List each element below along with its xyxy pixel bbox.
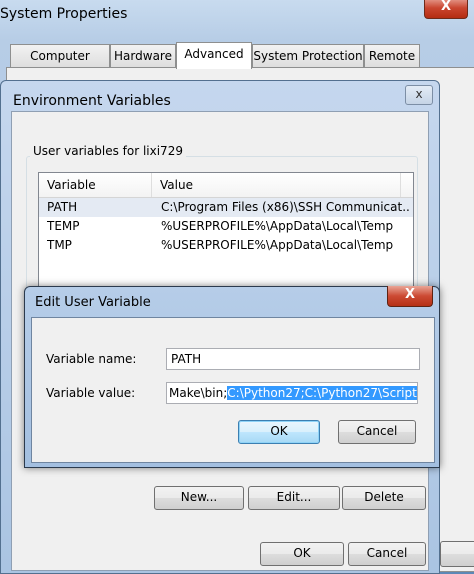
environment-variables-title: Environment Variables <box>13 93 171 109</box>
system-properties-title: System Properties <box>0 6 128 22</box>
tab-remote[interactable]: Remote <box>364 44 420 67</box>
table-row[interactable]: TMP %USERPROFILE%\AppData\Local\Temp <box>39 236 413 255</box>
variable-cell: TMP <box>47 238 72 252</box>
variable-cell: PATH <box>47 200 78 214</box>
variable-cell: TEMP <box>47 219 80 233</box>
system-properties-tabs: Computer Name Hardware Advanced System P… <box>6 42 474 85</box>
edit-user-variable-title: Edit User Variable <box>35 295 151 310</box>
user-variables-list[interactable]: Variable Value PATH C:\Program Files (x8… <box>38 172 414 302</box>
variable-value-label: Variable value: <box>46 386 136 400</box>
environment-cancel-button[interactable]: Cancel <box>348 542 426 566</box>
tab-system-protection[interactable]: System Protection <box>252 44 364 67</box>
variable-value-selected-text: C:\Python27;C:\Python27\Scripts <box>227 386 417 400</box>
value-cell: %USERPROFILE%\AppData\Local\Temp <box>161 238 394 252</box>
environment-variables-close-button[interactable]: x <box>405 85 433 105</box>
edit-user-variable-close-button[interactable]: X <box>387 286 433 307</box>
variable-value-input[interactable]: Make\bin;C:\Python27;C:\Python27\Scripts <box>166 382 418 404</box>
column-header-variable[interactable]: Variable <box>39 173 152 197</box>
new-variable-button[interactable]: New... <box>154 486 244 510</box>
value-cell: C:\Program Files (x86)\SSH Communicat... <box>161 200 409 214</box>
user-variables-label: User variables for lixi729 <box>30 144 186 158</box>
edit-variable-button[interactable]: Edit... <box>248 486 340 510</box>
table-row[interactable]: TEMP %USERPROFILE%\AppData\Local\Temp <box>39 217 413 236</box>
delete-variable-button[interactable]: Delete <box>342 486 426 510</box>
variable-name-input[interactable]: PATH <box>166 348 420 370</box>
variable-value-unselected-text: Make\bin; <box>169 386 228 400</box>
tab-computer-name[interactable]: Computer Name <box>10 44 110 85</box>
tab-hardware[interactable]: Hardware <box>110 44 176 67</box>
list-header: Variable Value <box>39 173 413 198</box>
variable-name-label: Variable name: <box>46 352 137 366</box>
system-properties-ok-button-partial[interactable] <box>440 541 474 567</box>
edit-user-variable-window: Edit User Variable X Variable name: PATH… <box>24 286 440 468</box>
edit-cancel-button[interactable]: Cancel <box>338 420 416 444</box>
edit-user-variable-body: Variable name: PATH Variable value: Make… <box>31 317 435 463</box>
edit-ok-button[interactable]: OK <box>238 420 320 444</box>
system-properties-close-button[interactable]: X <box>424 0 468 19</box>
table-row[interactable]: PATH C:\Program Files (x86)\SSH Communic… <box>39 198 413 217</box>
value-cell: %USERPROFILE%\AppData\Local\Temp <box>161 219 394 233</box>
environment-ok-button[interactable]: OK <box>260 542 344 566</box>
column-header-value[interactable]: Value <box>152 173 401 197</box>
tab-advanced[interactable]: Advanced <box>176 42 252 69</box>
